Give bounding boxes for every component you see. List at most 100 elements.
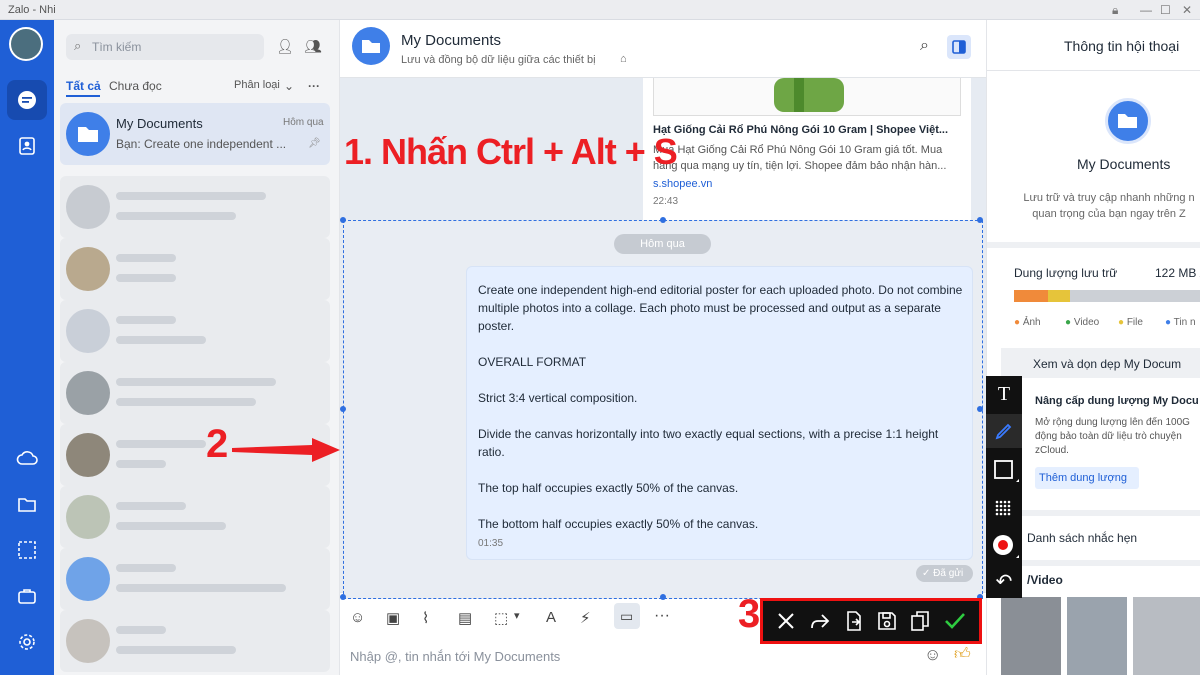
tab-indicator	[66, 95, 100, 97]
resize-handle[interactable]	[340, 406, 346, 412]
contacts-icon[interactable]	[7, 126, 47, 166]
close-icon[interactable]: ✕	[1182, 3, 1192, 17]
settings-icon[interactable]	[7, 622, 47, 662]
screenshot-icon[interactable]	[7, 530, 47, 570]
chat-avatar[interactable]	[352, 27, 390, 65]
cancel-icon[interactable]	[776, 611, 796, 631]
create-group-icon[interactable]: 👥︎	[304, 38, 322, 55]
messages-icon[interactable]	[7, 80, 47, 120]
resize-handle[interactable]	[977, 406, 983, 412]
storage-value: 122 MB /	[1155, 266, 1200, 280]
more-icon[interactable]: ···	[308, 79, 320, 93]
upgrade-description: Mở rộng dung lượng lên đến 100G động bảo…	[1035, 417, 1190, 456]
resize-handle[interactable]	[660, 217, 666, 223]
resize-handle[interactable]	[340, 217, 346, 223]
link-preview-description: Mua Hạt Giống Cải Rổ Phú Nông Gói 10 Gra…	[653, 144, 947, 172]
legend-messages: ● Tin n	[1165, 317, 1196, 328]
card-icon[interactable]: ▭	[614, 603, 640, 629]
cleanup-row[interactable]: Xem và dọn dẹp My Docum	[1001, 348, 1200, 378]
maximize-icon[interactable]: ☐	[1160, 3, 1171, 17]
search-icon: ⌕	[74, 38, 82, 53]
list-item[interactable]	[60, 300, 330, 362]
lock-icon[interactable]: 🔒︎	[1112, 3, 1118, 18]
list-item[interactable]	[60, 238, 330, 300]
media-thumbnail[interactable]	[1001, 597, 1061, 675]
list-item[interactable]	[60, 486, 330, 548]
annotation-arrow	[232, 438, 340, 462]
tab-all[interactable]: Tất cả	[66, 79, 101, 93]
drawing-toolbar: T ↶	[986, 376, 1022, 598]
resize-handle[interactable]	[340, 594, 346, 600]
contact-card-icon[interactable]: ▤	[458, 609, 472, 627]
save-icon[interactable]	[877, 611, 897, 631]
pen-tool-icon[interactable]	[986, 414, 1022, 448]
text-tool-icon[interactable]: T	[986, 378, 1022, 410]
conversation-time: Hôm qua	[283, 117, 324, 128]
upgrade-title: Nâng cấp dung lượng My Docu	[1035, 395, 1199, 407]
add-storage-button[interactable]: Thêm dung lượng	[1035, 467, 1139, 489]
message-input[interactable]: Nhập @, tin nhắn tới My Documents	[350, 649, 560, 664]
copy-icon[interactable]	[910, 610, 930, 632]
media-section-title: /Video	[1027, 573, 1063, 587]
search-input[interactable]: ⌕ Tìm kiếm	[66, 34, 264, 60]
add-friend-icon[interactable]: 👤︎	[276, 38, 294, 55]
tab-unread[interactable]: Chưa đọc	[109, 79, 162, 93]
link-preview-domain[interactable]: s.shopee.vn	[653, 178, 712, 190]
annotation-step-3: 3	[738, 592, 761, 636]
resize-handle[interactable]	[660, 594, 666, 600]
avatar[interactable]	[9, 27, 43, 61]
screenshot-selection[interactable]: Hôm qua Create one independent high-end …	[340, 217, 983, 600]
thumbs-up-icon[interactable]: 👍︎	[954, 645, 971, 664]
chat-title: My Documents	[401, 32, 502, 49]
sticker-icon[interactable]: ☺	[350, 609, 365, 626]
confirm-icon[interactable]	[944, 611, 966, 631]
filter-dropdown[interactable]: Phân loại	[234, 79, 280, 91]
conversation-item-active[interactable]: My Documents Hôm qua Bạn: Create one ind…	[60, 103, 330, 165]
legend-file: ● File	[1118, 317, 1143, 328]
list-item[interactable]	[60, 548, 330, 610]
search-icon[interactable]: ⌕	[920, 37, 929, 55]
sent-status-badge: ✓ Đã gửi	[916, 565, 973, 582]
list-item[interactable]	[60, 362, 330, 424]
chevron-down-icon[interactable]: ⌄	[284, 79, 294, 93]
color-picker-icon[interactable]	[986, 528, 1022, 562]
format-text-icon[interactable]: A	[546, 609, 556, 626]
message-bubble[interactable]: Create one independent high-end editoria…	[466, 266, 973, 560]
my-documents-icon[interactable]	[7, 484, 47, 524]
link-preview-image	[653, 78, 961, 116]
tag-icon[interactable]: ⌂	[620, 53, 627, 65]
briefcase-icon[interactable]	[7, 576, 47, 616]
storage-label: Dung lượng lưu trữ	[1014, 266, 1118, 280]
resize-handle[interactable]	[977, 217, 983, 223]
rectangle-tool-icon[interactable]	[986, 454, 1022, 486]
send-to-chat-icon[interactable]	[845, 610, 863, 632]
chevron-down-icon[interactable]: ▾	[514, 609, 520, 622]
media-thumbnail[interactable]	[1133, 597, 1200, 675]
link-preview-card[interactable]: Hạt Giống Cải Rổ Phú Nông Gói 10 Gram | …	[643, 78, 971, 238]
chat-header: My Documents Lưu và đồng bộ dữ liệu giữa…	[340, 20, 986, 78]
emoji-icon[interactable]: ☺	[924, 645, 941, 665]
undo-icon[interactable]: ↶	[986, 566, 1022, 596]
my-documents-avatar	[66, 112, 110, 156]
screenshot-action-toolbar	[760, 598, 982, 644]
info-header: Thông tin hội thoại	[1064, 38, 1180, 54]
title-bar: Zalo - Nhi 🔒︎ — ☐ ✕	[0, 0, 1200, 20]
media-thumbnail[interactable]	[1067, 597, 1127, 675]
screenshot-icon[interactable]: ⬚	[494, 609, 508, 627]
attachment-icon[interactable]: ⌇	[422, 609, 429, 627]
cloud-icon[interactable]	[7, 438, 47, 478]
list-item[interactable]	[60, 176, 330, 238]
minimize-icon[interactable]: —	[1140, 3, 1152, 17]
mosaic-tool-icon[interactable]	[986, 492, 1022, 524]
annotation-step-1: 1. Nhấn Ctrl + Alt + S	[344, 131, 678, 172]
conversation-list: ⌕ Tìm kiếm 👤︎ 👥︎ Tất cả Chưa đọc Phân lo…	[54, 20, 340, 675]
quick-message-icon[interactable]: ⚡︎	[580, 609, 591, 627]
window-title: Zalo - Nhi	[8, 4, 56, 16]
list-item[interactable]	[60, 610, 330, 672]
share-icon[interactable]	[809, 611, 831, 631]
reminders-link[interactable]: Danh sách nhắc hẹn	[1027, 531, 1137, 545]
image-icon[interactable]: ▣	[386, 609, 400, 627]
more-icon[interactable]: ···	[654, 607, 670, 625]
toggle-info-panel-button[interactable]	[947, 35, 971, 59]
search-placeholder: Tìm kiếm	[92, 40, 142, 54]
